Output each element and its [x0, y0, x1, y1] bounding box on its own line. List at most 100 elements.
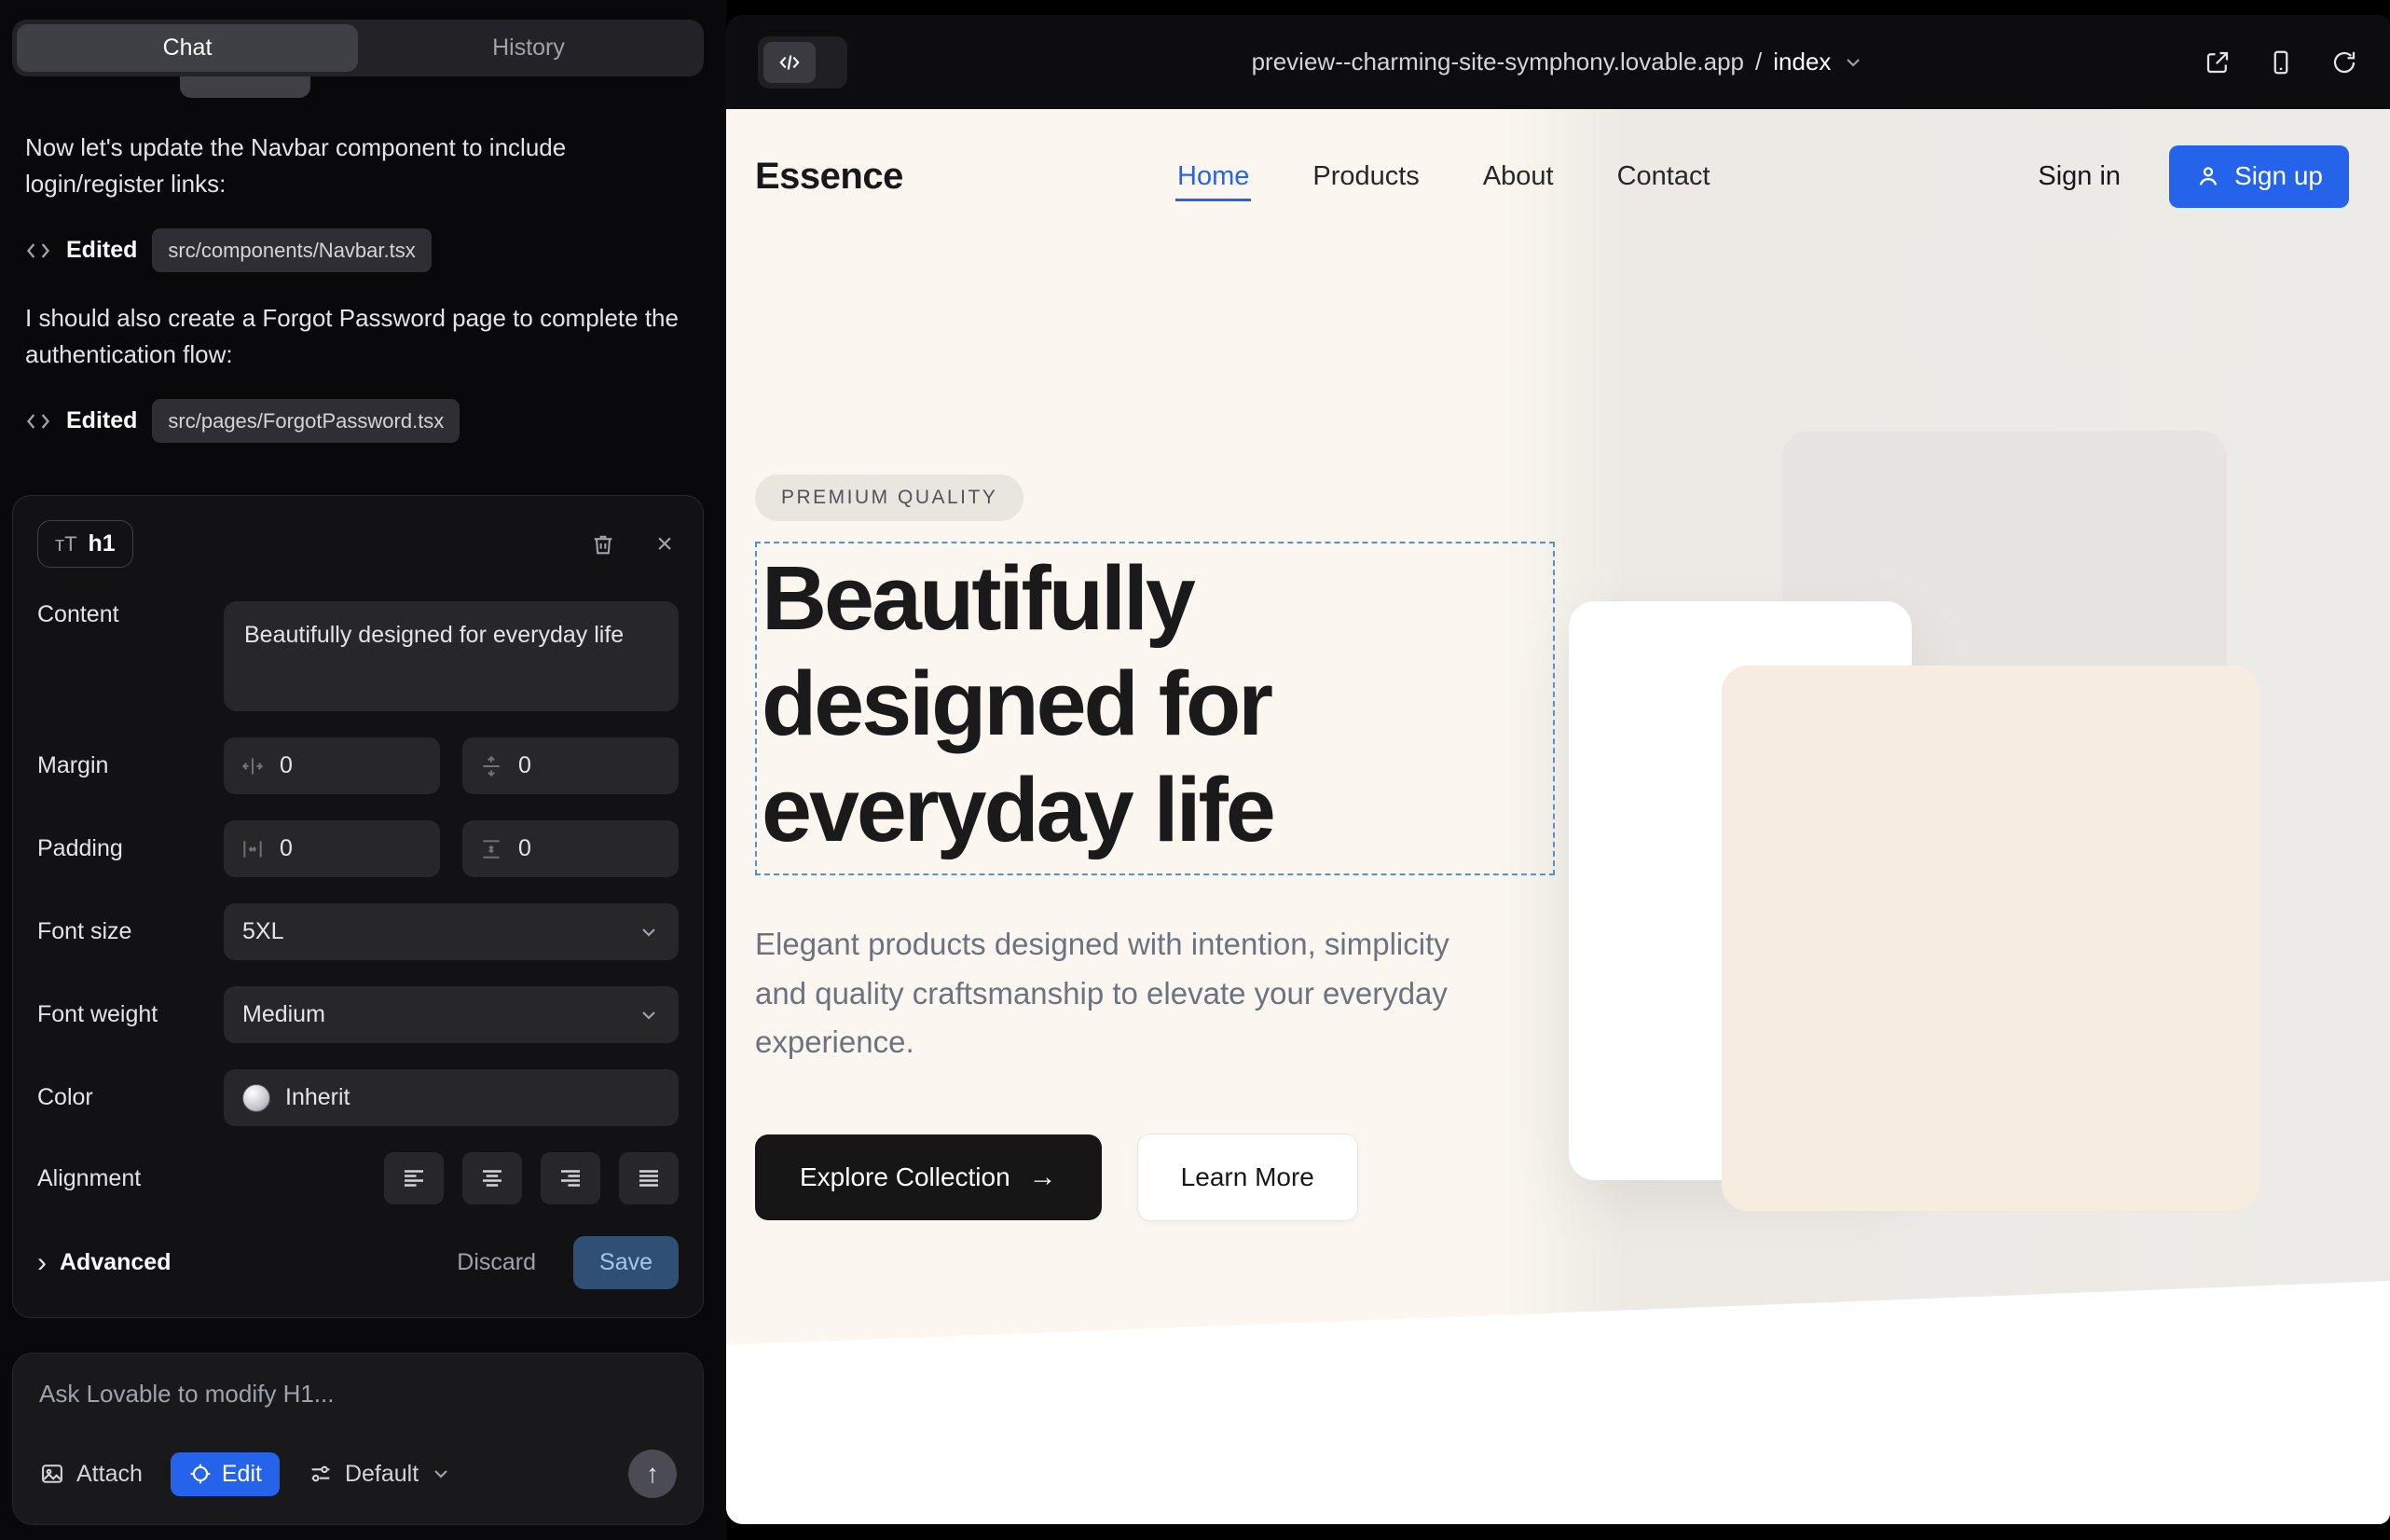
builder-sidebar: Chat History Now let's update the Navbar…: [0, 0, 726, 1540]
padding-y-value: 0: [518, 835, 531, 862]
color-swatch: [242, 1084, 270, 1112]
tab-chat[interactable]: Chat: [17, 24, 358, 72]
chevron-right-icon: ›: [37, 1249, 47, 1277]
code-icon: [25, 238, 51, 264]
url-separator: /: [1755, 48, 1762, 76]
font-size-select[interactable]: 5XL: [224, 903, 679, 960]
prompt-box: Ask Lovable to modify H1... Attach Edit …: [12, 1353, 704, 1525]
attach-button[interactable]: Attach: [39, 1461, 143, 1488]
mobile-view-button[interactable]: [2267, 48, 2295, 76]
chat-history-tabbar: Chat History: [12, 20, 704, 76]
crosshair-icon: [188, 1462, 213, 1486]
learn-more-button[interactable]: Learn More: [1137, 1134, 1358, 1221]
font-size-value: 5XL: [242, 918, 283, 945]
color-label: Color: [37, 1084, 224, 1111]
file-chip[interactable]: src/components/Navbar.tsx: [152, 228, 431, 272]
chevron-down-icon: [638, 921, 660, 943]
preview-page-name: index: [1773, 48, 1831, 76]
align-left-button[interactable]: [384, 1152, 444, 1204]
sliders-icon: [308, 1461, 334, 1487]
margin-label: Margin: [37, 752, 224, 779]
padding-y-input[interactable]: 0: [462, 820, 679, 877]
url-bar[interactable]: preview--charming-site-symphony.lovable.…: [1252, 48, 1865, 76]
close-editor-button[interactable]: ×: [651, 530, 679, 558]
sign-up-button[interactable]: Sign up: [2169, 145, 2349, 208]
code-view-button[interactable]: [763, 42, 816, 83]
element-tag-label: h1: [89, 530, 116, 557]
align-center-button[interactable]: [462, 1152, 522, 1204]
selected-h1-outline[interactable]: Beautifully designed for everyday life: [755, 542, 1555, 875]
font-weight-label: Font weight: [37, 1001, 224, 1028]
code-icon: [25, 408, 51, 434]
send-button[interactable]: ↑: [628, 1450, 677, 1498]
alignment-label: Alignment: [37, 1165, 224, 1192]
selected-element-tag[interactable]: тT h1: [37, 520, 133, 568]
margin-horizontal-icon: [240, 754, 265, 778]
element-editor-panel: тT h1 × Content Beautifully designed for…: [12, 495, 704, 1318]
preview-toolbar: preview--charming-site-symphony.lovable.…: [726, 15, 2390, 109]
edit-mode-button[interactable]: Edit: [171, 1452, 280, 1496]
edited-label: Edited: [66, 404, 137, 439]
hero-title[interactable]: Beautifully designed for everyday life: [762, 545, 1545, 862]
edited-label: Edited: [66, 233, 137, 268]
padding-label: Padding: [37, 835, 224, 862]
padding-x-input[interactable]: 0: [224, 820, 440, 877]
delete-element-button[interactable]: [589, 530, 617, 558]
advanced-toggle[interactable]: Advanced: [60, 1249, 171, 1276]
discard-button[interactable]: Discard: [457, 1249, 536, 1276]
file-chip[interactable]: src/pages/ForgotPassword.tsx: [152, 399, 460, 443]
align-justify-button[interactable]: [619, 1152, 679, 1204]
refresh-button[interactable]: [2330, 48, 2358, 76]
margin-y-value: 0: [518, 752, 531, 779]
assistant-message: I should also create a Forgot Password p…: [25, 300, 694, 373]
truncated-chip: [180, 76, 310, 98]
margin-x-value: 0: [280, 752, 293, 779]
site-preview: Essence Home Products About Contact Sign…: [726, 109, 2390, 1524]
edited-file-row: Edited src/components/Navbar.tsx: [25, 228, 694, 272]
person-icon: [2195, 163, 2221, 189]
typography-icon: тT: [55, 532, 77, 557]
chat-messages: Now let's update the Navbar component to…: [0, 98, 726, 471]
chevron-down-icon: [1842, 51, 1864, 74]
edited-file-row: Edited src/pages/ForgotPassword.tsx: [25, 399, 694, 443]
explore-collection-button[interactable]: Explore Collection →: [755, 1134, 1102, 1220]
nav-link-about[interactable]: About: [1481, 152, 1556, 201]
sign-in-link[interactable]: Sign in: [2038, 161, 2121, 192]
assistant-message: Now let's update the Navbar component to…: [25, 130, 694, 202]
save-button[interactable]: Save: [573, 1236, 679, 1289]
color-select[interactable]: Inherit: [224, 1069, 679, 1126]
code-preview-toggle: [758, 36, 847, 89]
font-weight-value: Medium: [242, 1001, 325, 1028]
tab-history[interactable]: History: [358, 24, 699, 72]
chevron-down-icon: [430, 1463, 452, 1485]
site-navbar: Essence Home Products About Contact Sign…: [726, 109, 2390, 243]
sign-up-label: Sign up: [2234, 161, 2323, 191]
color-value: Inherit: [285, 1084, 350, 1111]
site-nav-links: Home Products About Contact: [1175, 109, 1712, 243]
margin-y-input[interactable]: 0: [462, 737, 679, 794]
toggle-empty-segment[interactable]: [816, 42, 842, 83]
nav-link-products[interactable]: Products: [1311, 152, 1421, 201]
site-logo[interactable]: Essence: [755, 156, 903, 198]
font-size-label: Font size: [37, 918, 224, 945]
hero-section: PREMIUM QUALITY Beautifully designed for…: [726, 243, 2390, 1221]
default-label: Default: [345, 1461, 419, 1488]
margin-x-input[interactable]: 0: [224, 737, 440, 794]
hero-description: Elegant products designed with intention…: [755, 920, 1501, 1066]
align-right-button[interactable]: [541, 1152, 600, 1204]
arrow-right-icon: →: [1029, 1162, 1057, 1193]
attach-label: Attach: [76, 1461, 143, 1488]
default-mode-button[interactable]: Default: [308, 1461, 452, 1488]
explore-collection-label: Explore Collection: [800, 1162, 1010, 1192]
preview-url: preview--charming-site-symphony.lovable.…: [1252, 48, 1744, 76]
nav-link-contact[interactable]: Contact: [1615, 152, 1712, 201]
edit-label: Edit: [222, 1461, 262, 1488]
chevron-down-icon: [638, 1004, 660, 1026]
font-weight-select[interactable]: Medium: [224, 986, 679, 1043]
arrow-up-icon: ↑: [646, 1459, 659, 1489]
content-input[interactable]: Beautifully designed for everyday life: [224, 601, 679, 711]
nav-link-home[interactable]: Home: [1175, 152, 1251, 201]
prompt-input[interactable]: Ask Lovable to modify H1...: [39, 1380, 677, 1409]
content-label: Content: [37, 601, 224, 628]
open-in-new-tab-button[interactable]: [2204, 48, 2232, 76]
